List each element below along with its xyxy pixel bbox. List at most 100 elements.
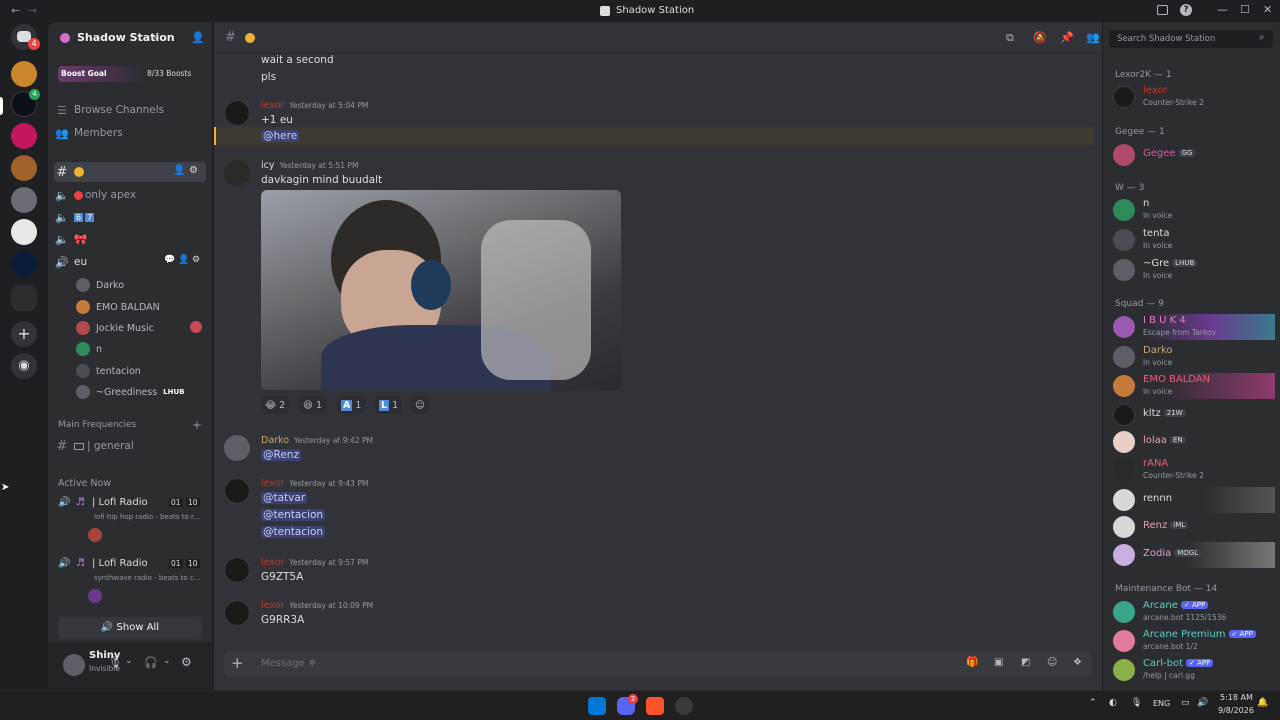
gif-icon[interactable]: ▣ [994, 657, 1003, 668]
headphones-icon[interactable]: 🎧 [144, 656, 158, 669]
forward-icon[interactable]: → [28, 4, 37, 17]
threads-icon[interactable]: ⧉ [1006, 31, 1014, 45]
chevron-down-icon[interactable]: ⌄ [163, 656, 171, 666]
invite-icon[interactable]: 👤 [191, 31, 205, 44]
member-item[interactable]: Zodia MOGL [1113, 542, 1275, 568]
author-name[interactable]: Darko Yesterday at 9:42 PM [261, 435, 373, 446]
boost-goal-bar[interactable]: Boost Goal 8/33 Boosts [58, 66, 202, 82]
pin-icon[interactable]: 📌 [1060, 31, 1074, 44]
add-member-icon[interactable]: 👤 [178, 255, 189, 265]
author-name[interactable]: lexor Yesterday at 10:09 PM [261, 600, 373, 611]
author-name[interactable]: lexor Yesterday at 5:04 PM [261, 100, 368, 111]
minimize-button[interactable]: — [1217, 3, 1228, 16]
server-icon-skull[interactable] [11, 219, 37, 245]
close-button[interactable]: ✕ [1263, 3, 1272, 16]
chevron-down-icon[interactable]: ⌄ [125, 656, 133, 666]
voice-channel-67[interactable]: 🔈 6 7 [54, 207, 206, 227]
server-icon-pink[interactable] [11, 123, 37, 149]
help-icon[interactable]: ? [1180, 4, 1192, 16]
reaction[interactable]: A 1 [337, 396, 366, 414]
member-item[interactable]: Arcane ✓ APP arcane.bot 1125/1536 [1113, 599, 1275, 625]
voice-user[interactable]: n [76, 340, 102, 358]
chat-icon[interactable]: 💬 [164, 255, 175, 265]
add-reaction-icon[interactable]: ☺ [411, 396, 429, 414]
brave-browser-icon[interactable] [646, 697, 664, 715]
member-item[interactable]: Darko In voice [1113, 344, 1275, 370]
server-icon-figure[interactable] [11, 155, 37, 181]
reaction[interactable]: L 1 [375, 396, 403, 414]
reaction[interactable]: 😆 1 [299, 396, 326, 414]
notification-icon[interactable]: 🔔 [1257, 698, 1268, 708]
attach-plus-icon[interactable]: + [231, 654, 244, 672]
app-icon[interactable] [675, 697, 693, 715]
discover-icon[interactable]: ◉ [11, 353, 37, 379]
activity-card[interactable]: 🔊 ♬ | Lofi Radio 01 10 synthwave radio -… [56, 555, 206, 607]
avatar[interactable] [224, 478, 250, 504]
author-name[interactable]: icy Yesterday at 5:51 PM [261, 160, 358, 171]
server-icon-blue[interactable] [11, 251, 37, 277]
chevron-up-icon[interactable]: ⌃ [1089, 698, 1097, 708]
member-item[interactable]: tenta In voice [1113, 227, 1275, 253]
sticker-icon[interactable]: ◩ [1021, 657, 1030, 668]
member-item[interactable]: I B U K 4 Escape from Tarkov [1113, 314, 1275, 340]
voice-channel-ribbon[interactable]: 🔈 🎀 [54, 229, 206, 249]
voice-channel-only-apex[interactable]: 🔈 only apex [54, 185, 206, 205]
search-bar[interactable]: Search Shadow Station ⌕ [1109, 30, 1273, 48]
gear-icon[interactable]: ⚙ [189, 165, 198, 176]
microphone-icon[interactable]: 🎙 [108, 656, 122, 669]
apps-icon[interactable]: ❖ [1073, 657, 1082, 668]
text-channel-general[interactable]: # | general [54, 436, 206, 456]
mention[interactable]: @here [261, 130, 300, 142]
server-icon-person[interactable] [11, 187, 37, 213]
search-input[interactable]: Search Shadow Station [1117, 34, 1215, 44]
server-icon-shadow-station[interactable]: 4 [11, 89, 40, 117]
mention[interactable]: @tatvar [261, 492, 308, 504]
member-list-icon[interactable]: 👥 [1086, 31, 1100, 44]
member-item[interactable]: ~Gre LHUB In voice [1113, 257, 1275, 283]
inbox-icon[interactable] [1157, 5, 1168, 15]
add-member-icon[interactable]: 👤 [173, 165, 185, 176]
home-button[interactable]: 4 [11, 24, 40, 50]
avatar[interactable] [224, 600, 250, 626]
member-item[interactable]: Gegee GG [1113, 142, 1275, 168]
voice-user[interactable]: Jockie Music [76, 319, 202, 337]
mention[interactable]: @tentacion [261, 526, 326, 538]
member-item[interactable]: rennn [1113, 487, 1275, 513]
voice-user[interactable]: ~Greediness LHUB [76, 383, 188, 401]
show-all-button[interactable]: 🔊 Show All [58, 617, 202, 639]
discord-taskbar-icon[interactable]: 2 [617, 694, 638, 715]
mention[interactable]: @Renz [261, 449, 301, 461]
avatar[interactable] [63, 654, 85, 676]
language-indicator[interactable]: ENG [1153, 699, 1170, 708]
server-icon-cat[interactable] [11, 61, 37, 87]
mute-icon[interactable]: 🔕 [1033, 31, 1047, 44]
members-link[interactable]: 👥 Members [54, 123, 206, 143]
network-icon[interactable]: ▭ [1181, 698, 1190, 708]
category-main-frequencies[interactable]: Main Frequencies [58, 420, 136, 430]
member-item[interactable]: rANA Counter-Strike 2 [1113, 457, 1275, 483]
voice-channel-eu[interactable]: 🔊 eu 💬 👤 ⚙ [54, 252, 206, 272]
gift-icon[interactable]: 🎁 [966, 657, 978, 668]
member-item[interactable]: lexor Counter-Strike 2 [1113, 84, 1275, 110]
server-folder[interactable] [11, 285, 37, 311]
activity-card[interactable]: 🔊 ♬ | Lofi Radio 01 10 lofi hip hop radi… [56, 494, 206, 546]
voice-user[interactable]: EMO BALDAN [76, 298, 160, 316]
author-name[interactable]: lexor Yesterday at 9:43 PM [261, 478, 368, 489]
author-name[interactable]: lexor Yesterday at 9:57 PM [261, 557, 368, 568]
avatar[interactable] [224, 160, 250, 186]
browse-channels[interactable]: ☰ Browse Channels [54, 100, 206, 120]
gear-icon[interactable]: ⚙ [192, 255, 200, 265]
chevron-down-icon[interactable]: ⌄ [152, 31, 160, 42]
avatar[interactable] [224, 557, 250, 583]
back-icon[interactable]: ← [11, 4, 20, 17]
voice-user[interactable]: tentacion [76, 362, 141, 380]
member-item[interactable]: Renz iML [1113, 514, 1275, 540]
member-item[interactable]: lolaa EN [1113, 429, 1275, 455]
mention[interactable]: @tentacion [261, 509, 326, 521]
avatar[interactable] [224, 435, 250, 461]
avatar[interactable] [224, 100, 250, 126]
emoji-icon[interactable]: ☺ [1047, 657, 1057, 668]
voice-user[interactable]: Darko [76, 276, 124, 294]
steam-tray-icon[interactable]: ◐ [1109, 698, 1117, 708]
member-item[interactable]: kltz 21W [1113, 402, 1275, 428]
